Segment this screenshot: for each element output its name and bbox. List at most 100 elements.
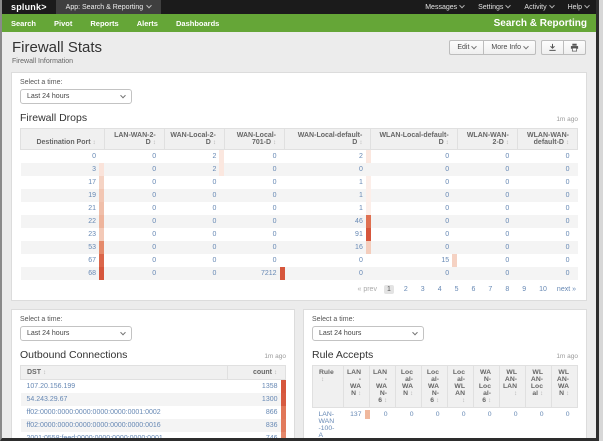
pager-page-6[interactable]: 6 <box>469 285 479 294</box>
table-cell[interactable]: 0 <box>474 408 500 439</box>
table-cell[interactable]: 0 <box>517 228 577 241</box>
table-cell[interactable]: 1 <box>285 202 371 215</box>
table-cell[interactable]: 91 <box>285 228 371 241</box>
table-cell[interactable]: 0 <box>104 228 164 241</box>
table-cell[interactable]: 0 <box>370 163 458 176</box>
table-cell[interactable]: 0 <box>457 215 518 228</box>
table-cell[interactable]: ff02:0000:0000:0000:0000:0000:0000:0016 <box>20 419 228 432</box>
table-cell[interactable]: 0 <box>285 254 371 267</box>
splunk-logo[interactable]: splunk> <box>2 0 56 14</box>
pager-page-2[interactable]: 2 <box>401 285 411 294</box>
column-header[interactable]: WAN-Local-701-D ↕ <box>223 128 286 150</box>
table-cell[interactable]: 0 <box>457 241 518 254</box>
table-cell[interactable]: 0 <box>371 176 457 189</box>
table-cell[interactable]: 0 <box>224 241 285 254</box>
table-cell[interactable]: 0 <box>517 215 578 228</box>
column-header[interactable]: WLAN-WAN ↕ <box>551 365 578 408</box>
table-cell[interactable]: 746 <box>228 432 286 438</box>
table-cell[interactable]: 0 <box>457 189 518 202</box>
table-cell[interactable]: 137 <box>344 408 370 439</box>
pager-page-4[interactable]: 4 <box>435 285 445 294</box>
table-cell[interactable]: 0 <box>224 215 285 228</box>
table-cell[interactable]: 2 <box>164 163 225 176</box>
table-cell[interactable]: 0 <box>457 202 517 215</box>
pager-page-7[interactable]: 7 <box>485 285 495 294</box>
pager-page-9[interactable]: 9 <box>519 285 529 294</box>
table-cell[interactable]: 0 <box>104 202 164 215</box>
table-cell[interactable]: 46 <box>284 215 371 228</box>
column-header[interactable]: Local-WAN ↕ <box>395 365 422 408</box>
table-cell[interactable]: 0 <box>517 189 578 202</box>
table-cell[interactable]: 0 <box>517 163 578 176</box>
table-cell[interactable]: 0 <box>370 189 458 202</box>
table-cell[interactable]: 68 <box>20 267 105 280</box>
table-cell[interactable]: 0 <box>164 254 224 267</box>
table-cell[interactable]: 3 <box>20 163 105 176</box>
table-cell[interactable]: 0 <box>284 163 371 176</box>
table-cell[interactable]: 0 <box>370 267 458 280</box>
table-cell[interactable]: 0 <box>224 228 284 241</box>
table-cell[interactable]: 23 <box>21 228 105 241</box>
table-cell[interactable]: 836 <box>227 419 286 432</box>
table-cell[interactable]: 0 <box>104 254 164 267</box>
table-cell[interactable]: 67 <box>21 254 105 267</box>
table-cell[interactable]: 0 <box>224 189 285 202</box>
print-button[interactable] <box>564 40 586 55</box>
table-cell[interactable]: 17 <box>21 176 105 189</box>
table-cell[interactable]: 0 <box>284 267 371 280</box>
table-cell[interactable]: 0 <box>164 215 225 228</box>
column-header[interactable]: WLAN-LAN↕ <box>499 365 526 408</box>
table-cell[interactable]: ff02:0000:0000:0000:0000:0000:0001:0002 <box>21 406 228 419</box>
topbar-menu-settings[interactable]: Settings <box>471 0 517 14</box>
column-header[interactable]: count ↕ <box>227 365 286 380</box>
table-cell[interactable]: 0 <box>396 408 422 439</box>
table-cell[interactable]: 0 <box>370 241 458 254</box>
edit-button[interactable]: Edit <box>449 40 485 55</box>
time-range-picker[interactable]: Last 24 hours <box>312 326 424 341</box>
table-cell[interactable]: 0 <box>104 189 165 202</box>
export-button[interactable] <box>541 40 564 55</box>
topbar-menu-help[interactable]: Help <box>561 0 596 14</box>
table-cell[interactable]: 21 <box>21 202 105 215</box>
app-switcher-menu[interactable]: App: Search & Reporting <box>55 0 162 14</box>
pager-page-1[interactable]: 1 <box>383 285 394 294</box>
table-cell[interactable]: 15 <box>371 254 458 267</box>
column-header[interactable]: Local-WAN-6 ↕ <box>421 365 448 408</box>
table-cell[interactable]: 0 <box>517 254 577 267</box>
table-cell[interactable]: 0 <box>164 228 224 241</box>
table-cell[interactable]: 107.20.156.199 <box>21 380 228 394</box>
column-header[interactable]: WAN-Local-6 ↕ <box>473 365 500 408</box>
table-cell[interactable]: 1 <box>284 189 371 202</box>
topbar-menu-activity[interactable]: Activity <box>517 0 560 14</box>
column-header[interactable]: WLAN-WAN-default-D ↕ <box>516 128 579 150</box>
table-cell[interactable]: 0 <box>104 150 164 164</box>
table-cell[interactable]: 0 <box>517 267 578 280</box>
table-cell[interactable]: 0 <box>164 267 225 280</box>
table-cell[interactable]: 2 <box>164 150 225 163</box>
pager-page-8[interactable]: 8 <box>502 285 512 294</box>
nav-item-alerts[interactable]: Alerts <box>128 14 167 32</box>
nav-item-dashboards[interactable]: Dashboards <box>167 14 228 32</box>
table-cell[interactable]: 0 <box>448 408 474 439</box>
table-cell[interactable]: 0 <box>371 150 457 164</box>
column-header[interactable]: WAN-Local-default-D ↕ <box>284 128 372 150</box>
table-cell[interactable]: 53 <box>20 241 105 254</box>
column-header[interactable]: Local-WLAN↕ <box>447 365 474 408</box>
table-cell[interactable]: 2 <box>285 150 371 163</box>
table-cell[interactable]: 2001:0558:feed:0000:0000:0000:0000:0001 <box>21 432 228 438</box>
table-cell[interactable]: 0 <box>371 228 457 241</box>
table-cell[interactable]: 0 <box>164 176 224 189</box>
column-header[interactable]: Destination Port ↕ <box>20 128 105 150</box>
table-cell[interactable]: 0 <box>457 176 517 189</box>
table-cell[interactable]: 0 <box>104 215 165 228</box>
nav-item-pivot[interactable]: Pivot <box>45 14 81 32</box>
table-cell[interactable]: 0 <box>104 176 164 189</box>
table-cell[interactable]: 0 <box>224 150 284 164</box>
table-cell[interactable]: 0 <box>457 228 517 241</box>
table-cell[interactable]: 0 <box>422 408 448 439</box>
table-cell[interactable]: 0 <box>552 408 578 439</box>
table-cell[interactable]: 0 <box>370 408 396 439</box>
table-cell[interactable]: 0 <box>371 202 457 215</box>
column-header[interactable]: DST ↕ <box>20 365 228 380</box>
table-cell[interactable]: 0 <box>370 215 458 228</box>
